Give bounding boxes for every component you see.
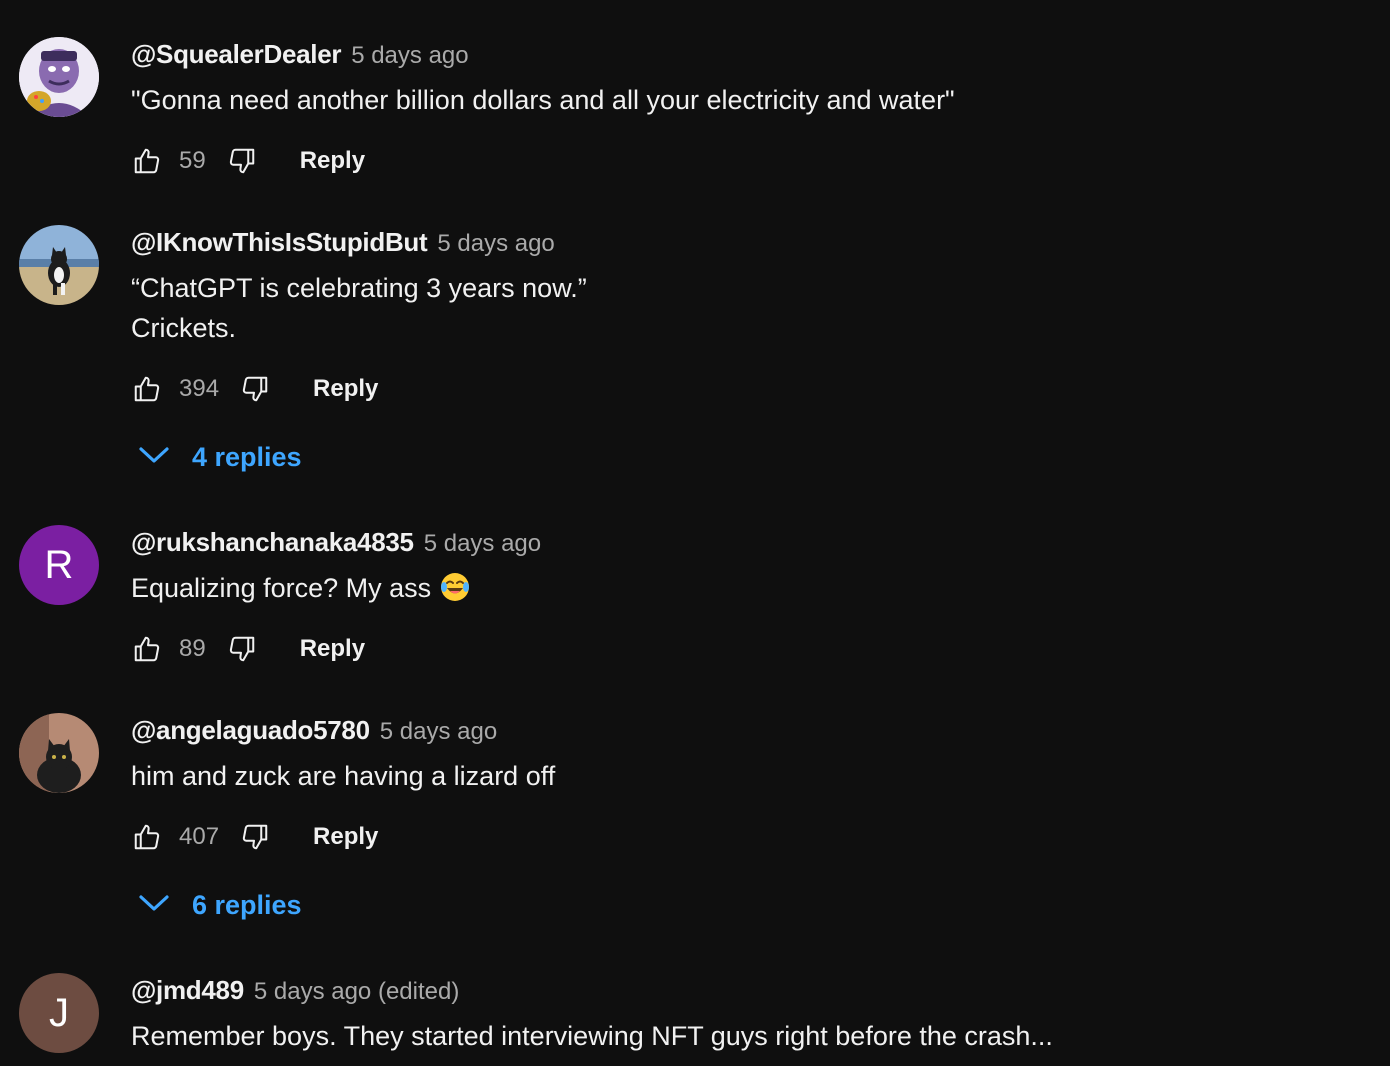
chevron-down-icon [138,445,170,470]
like-count: 89 [179,635,206,662]
comments-section: @SquealerDealer 5 days ago "Gonna need a… [0,0,1390,1066]
reply-button[interactable]: Reply [313,823,378,851]
avatar[interactable] [19,225,99,305]
comment-header: @rukshanchanaka4835 5 days ago [131,527,541,559]
avatar[interactable]: R [19,525,99,605]
thumb-up-icon[interactable] [131,145,163,177]
comment-timestamp[interactable]: 5 days ago [424,530,541,558]
replies-count: 6 replies [192,889,302,920]
view-replies-button[interactable]: 6 replies [138,885,302,925]
thumb-down-icon[interactable] [239,373,271,405]
thumb-down-icon[interactable] [226,145,258,177]
avatar[interactable] [19,37,99,117]
comment-line: "Gonna need another billion dollars and … [131,85,955,115]
comment-header: @IKnowThisIsStupidBut 5 days ago [131,227,555,259]
comment-author[interactable]: @angelaguado5780 [131,715,370,746]
avatar-letter: J [49,990,69,1035]
like-count: 394 [179,375,220,402]
thumb-up-icon[interactable] [131,821,163,853]
comment-timestamp[interactable]: 5 days ago [380,718,497,746]
comment-line: him and zuck are having a lizard off [131,761,556,791]
comment-line-text: Equalizing force? My ass [131,573,432,603]
comment-line: Remember boys. They started interviewing… [131,1021,1053,1051]
comment-text: Equalizing force? My ass [131,568,471,608]
reply-button[interactable]: Reply [300,147,365,175]
cat-on-beach-avatar-icon [19,225,99,305]
comment-timestamp[interactable]: 5 days ago (edited) [254,978,459,1006]
thumb-up-icon[interactable] [131,633,163,665]
reply-button[interactable]: Reply [300,635,365,663]
thumb-down-icon[interactable] [239,821,271,853]
comment-header: @SquealerDealer 5 days ago [131,39,469,71]
thumb-down-icon[interactable] [226,633,258,665]
chevron-down-icon [138,893,170,918]
avatar[interactable] [19,713,99,793]
comment-actions: 407 Reply [131,817,378,857]
comment-line: Equalizing force? My ass [131,568,471,608]
comment-author[interactable]: @IKnowThisIsStupidBut [131,227,428,258]
comment-author[interactable]: @SquealerDealer [131,39,341,70]
comment-line: “ChatGPT is celebrating 3 years now.” [131,273,587,303]
thumb-up-icon[interactable] [131,373,163,405]
comment-author[interactable]: @jmd489 [131,975,244,1006]
like-count: 59 [179,147,206,174]
comment-header: @angelaguado5780 5 days ago [131,715,497,747]
comment-text: Remember boys. They started interviewing… [131,1016,1053,1056]
replies-count: 4 replies [192,441,302,472]
comment-header: @jmd489 5 days ago (edited) [131,975,459,1007]
cartoon-character-avatar-icon [19,37,99,117]
comment-actions: 394 Reply [131,369,378,409]
like-count: 407 [179,823,220,850]
comment-text: “ChatGPT is celebrating 3 years now.” Cr… [131,268,587,348]
view-replies-button[interactable]: 4 replies [138,437,302,477]
comment-line: Crickets. [131,313,237,343]
avatar[interactable]: J [19,973,99,1053]
comment-actions: 89 Reply [131,629,365,669]
comment-timestamp[interactable]: 5 days ago [351,42,468,70]
avatar-letter: R [44,542,74,587]
comment-text: "Gonna need another billion dollars and … [131,80,955,120]
reply-button[interactable]: Reply [313,375,378,403]
black-cat-avatar-icon [19,713,99,793]
comment-text: him and zuck are having a lizard off [131,756,555,796]
comment-timestamp[interactable]: 5 days ago [437,230,554,258]
comment-actions: 59 Reply [131,141,365,181]
laughing-tears-emoji-icon [441,573,470,601]
comment-author[interactable]: @rukshanchanaka4835 [131,527,414,558]
